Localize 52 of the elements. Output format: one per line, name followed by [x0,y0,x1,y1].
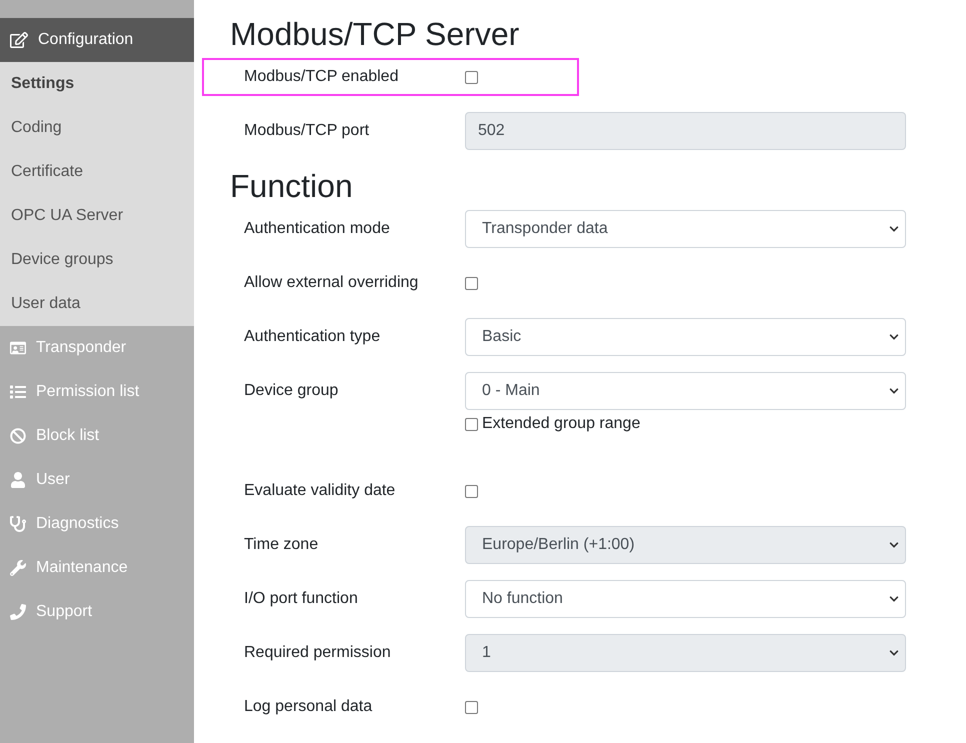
field-label: Required permission [243,643,392,663]
stethoscope-icon [10,516,26,532]
chevron-down-icon [889,386,899,396]
sidebar-label: Maintenance [36,558,128,578]
field-label: Modbus/TCP port [243,121,370,141]
checkbox[interactable] [465,418,478,430]
sidebar-label: Transponder [36,338,126,358]
checkbox[interactable] [465,70,478,84]
chevron-down-icon [889,332,899,342]
field-label: Evaluate validity date [243,481,396,501]
field-label: Authentication type [243,327,382,347]
sidebar-label: Diagnostics [36,514,119,534]
ban-icon [10,428,26,444]
checkbox-label: Extended group range [482,414,640,434]
sidebar-label: Support [36,602,92,622]
submenu-item[interactable]: User data [0,282,194,326]
field-label: Time zone [243,535,320,555]
sidebar-item[interactable]: Configuration [0,18,194,62]
sidebar-label: Block list [36,426,100,446]
field-label: Device group [243,381,340,401]
phone-icon [10,604,26,620]
select-field[interactable]: No function [465,580,906,618]
field-label: Modbus/TCP enabled [243,67,400,87]
sidebar-label: User [36,470,70,490]
section-heading: Function [230,167,353,206]
field-label: Authentication mode [243,219,391,239]
sidebar-label: Permission list [36,382,140,402]
checkbox[interactable] [465,484,478,498]
submenu-item[interactable]: Device groups [0,238,194,282]
edit-icon [10,31,28,49]
submenu-item[interactable]: Certificate [0,150,194,194]
checkbox[interactable] [465,276,478,290]
field-label: Log personal data [243,697,374,717]
submenu-item[interactable]: Coding [0,106,194,150]
id-card-icon [10,340,26,356]
sidebar-label: Configuration [38,30,134,50]
select-field[interactable]: 0 - Main [465,372,906,410]
checkbox[interactable] [465,700,478,714]
submenu-item[interactable]: Settings [0,62,194,106]
chevron-down-icon [889,594,899,604]
chevron-down-icon [889,540,899,550]
field-label: Allow external overriding [243,273,420,293]
submenu-item[interactable]: OPC UA Server [0,194,194,238]
section-heading: Modbus/TCP Server [230,15,520,54]
field-label: I/O port function [243,589,359,609]
user-icon [10,472,26,488]
select-field[interactable]: Basic [465,318,906,356]
wrench-icon [10,560,26,576]
chevron-down-icon [889,224,899,234]
chevron-down-icon [889,648,899,658]
select-field[interactable]: Transponder data [465,210,906,248]
list-icon [10,384,26,400]
